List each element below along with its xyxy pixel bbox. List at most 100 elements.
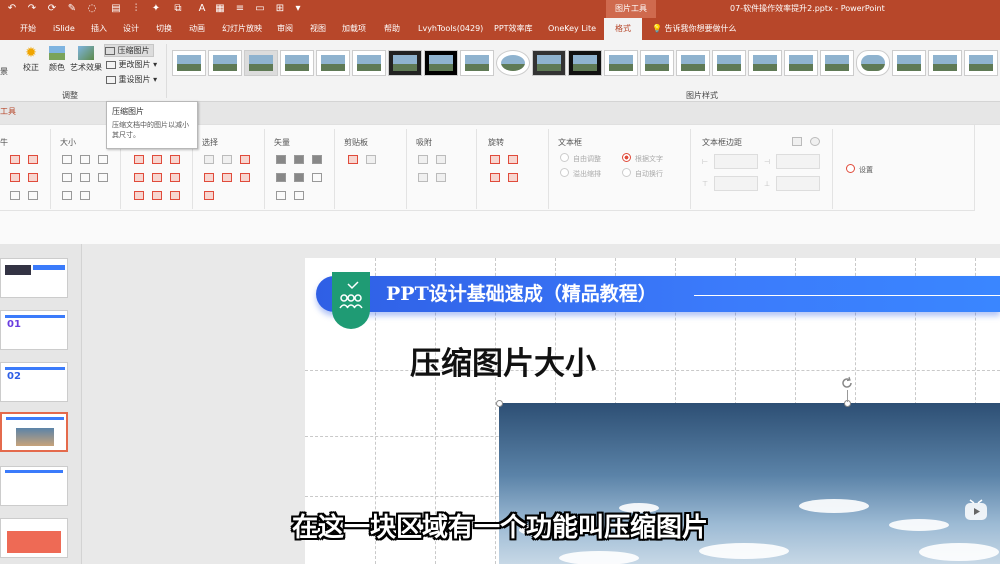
vector-icon[interactable]: [312, 155, 322, 164]
height-icon[interactable]: [80, 173, 90, 182]
slide-thumbnail[interactable]: 02: [0, 362, 68, 402]
left-margin-field[interactable]: [714, 154, 758, 169]
tab-lvyhtools[interactable]: LvyhTools(0429): [418, 18, 483, 40]
select-icon[interactable]: [240, 155, 250, 164]
settings-icon[interactable]: [846, 164, 855, 173]
tab-onekey[interactable]: OneKey Lite: [548, 18, 596, 40]
select-icon[interactable]: [204, 173, 214, 182]
picture-style-9[interactable]: [460, 50, 494, 76]
layer-icon[interactable]: [28, 191, 38, 200]
align-icon[interactable]: ⫶: [130, 3, 142, 15]
tab-islide[interactable]: iSlide: [53, 18, 75, 40]
position-icon[interactable]: [152, 155, 162, 164]
correct-button[interactable]: ✹ 校正: [20, 46, 42, 73]
picture-style-19[interactable]: [820, 50, 854, 76]
match-icon[interactable]: [62, 191, 72, 200]
picture-style-11[interactable]: [532, 50, 566, 76]
picture-style-13[interactable]: [604, 50, 638, 76]
tab-review[interactable]: 审阅: [277, 18, 293, 40]
tell-me-search[interactable]: 💡 告诉我你想要做什么: [652, 18, 737, 40]
picture-style-21[interactable]: [892, 50, 926, 76]
shrink-radio[interactable]: [560, 168, 569, 177]
shape-icon[interactable]: ◌: [86, 3, 98, 15]
layout-icon[interactable]: ▤: [110, 3, 122, 15]
slide-heading[interactable]: 压缩图片大小: [410, 338, 596, 383]
rotate-handle-icon[interactable]: [840, 376, 854, 390]
snap-icon[interactable]: [436, 155, 446, 164]
vector-icon[interactable]: [276, 191, 286, 200]
size-icon[interactable]: [98, 173, 108, 182]
position-icon[interactable]: [152, 173, 162, 182]
picture-style-8[interactable]: [424, 50, 458, 76]
vector-icon[interactable]: [294, 191, 304, 200]
picture-style-2[interactable]: [208, 50, 242, 76]
select-icon[interactable]: [204, 191, 214, 200]
tab-slideshow[interactable]: 幻灯片放映: [222, 18, 262, 40]
paste-icon[interactable]: [366, 155, 376, 164]
picture-style-14[interactable]: [640, 50, 674, 76]
text-icon[interactable]: A: [196, 3, 208, 15]
distribute-icon[interactable]: [10, 173, 20, 182]
tab-animations[interactable]: 动画: [189, 18, 205, 40]
snap-icon[interactable]: [418, 155, 428, 164]
picture-style-23[interactable]: [964, 50, 998, 76]
copy-icon[interactable]: [348, 155, 358, 164]
artistic-effects-button[interactable]: 艺术效果: [70, 46, 102, 73]
repeat-icon[interactable]: ⟳: [46, 3, 58, 15]
tab-ppt-efficiency[interactable]: PPT效率库: [494, 18, 533, 40]
tab-view[interactable]: 视图: [310, 18, 326, 40]
picture-style-4[interactable]: [280, 50, 314, 76]
list-icon[interactable]: ≡: [234, 3, 246, 15]
slide-thumbnail[interactable]: [0, 466, 68, 506]
fit-text-radio[interactable]: [622, 153, 631, 162]
rotate-icon[interactable]: [490, 155, 500, 164]
vector-icon[interactable]: [294, 173, 304, 182]
snap-icon[interactable]: [436, 173, 446, 182]
compress-pictures-button[interactable]: 压缩图片: [104, 44, 154, 57]
picture-style-1[interactable]: [172, 50, 206, 76]
format-painter-icon[interactable]: ✎: [66, 3, 78, 15]
refresh-icon[interactable]: [810, 137, 820, 146]
position-icon[interactable]: [134, 155, 144, 164]
width-icon[interactable]: [62, 155, 72, 164]
position-icon[interactable]: [170, 155, 180, 164]
flip-icon[interactable]: [508, 173, 518, 182]
undo-icon[interactable]: ↶: [6, 3, 18, 15]
position-icon[interactable]: [170, 191, 180, 200]
position-icon[interactable]: [134, 191, 144, 200]
picture-style-20[interactable]: [856, 50, 890, 76]
autofit-radio[interactable]: [560, 153, 569, 162]
color-button[interactable]: 颜色: [46, 46, 68, 73]
picture-style-18[interactable]: [784, 50, 818, 76]
select-icon[interactable]: [222, 155, 232, 164]
vector-icon[interactable]: [312, 173, 322, 182]
distribute-icon[interactable]: [28, 173, 38, 182]
vector-icon[interactable]: [276, 173, 286, 182]
picture-style-10[interactable]: [496, 50, 530, 76]
position-icon[interactable]: [134, 173, 144, 182]
picture-style-15[interactable]: [676, 50, 710, 76]
change-picture-button[interactable]: 更改图片 ▾: [106, 59, 157, 70]
snap-icon[interactable]: [418, 173, 428, 182]
select-icon[interactable]: [240, 173, 250, 182]
match-icon[interactable]: [80, 191, 90, 200]
size-icon[interactable]: [98, 155, 108, 164]
slide-thumbnail[interactable]: [0, 258, 68, 298]
vector-icon[interactable]: [276, 155, 286, 164]
flip-icon[interactable]: [490, 173, 500, 182]
select-icon[interactable]: [222, 173, 232, 182]
picture-style-17[interactable]: [748, 50, 782, 76]
wrap-radio[interactable]: [622, 168, 631, 177]
right-margin-field[interactable]: [776, 154, 820, 169]
customize-icon[interactable]: ▾: [292, 3, 304, 15]
align-icon[interactable]: [10, 155, 20, 164]
position-icon[interactable]: [170, 173, 180, 182]
picture-style-12[interactable]: [568, 50, 602, 76]
picture-style-5[interactable]: [316, 50, 350, 76]
picture-style-16[interactable]: [712, 50, 746, 76]
select-icon[interactable]: [204, 155, 214, 164]
vector-icon[interactable]: [294, 155, 304, 164]
picture-style-22[interactable]: [928, 50, 962, 76]
group-icon[interactable]: ⧉: [172, 3, 184, 15]
trash-icon[interactable]: [792, 137, 802, 146]
